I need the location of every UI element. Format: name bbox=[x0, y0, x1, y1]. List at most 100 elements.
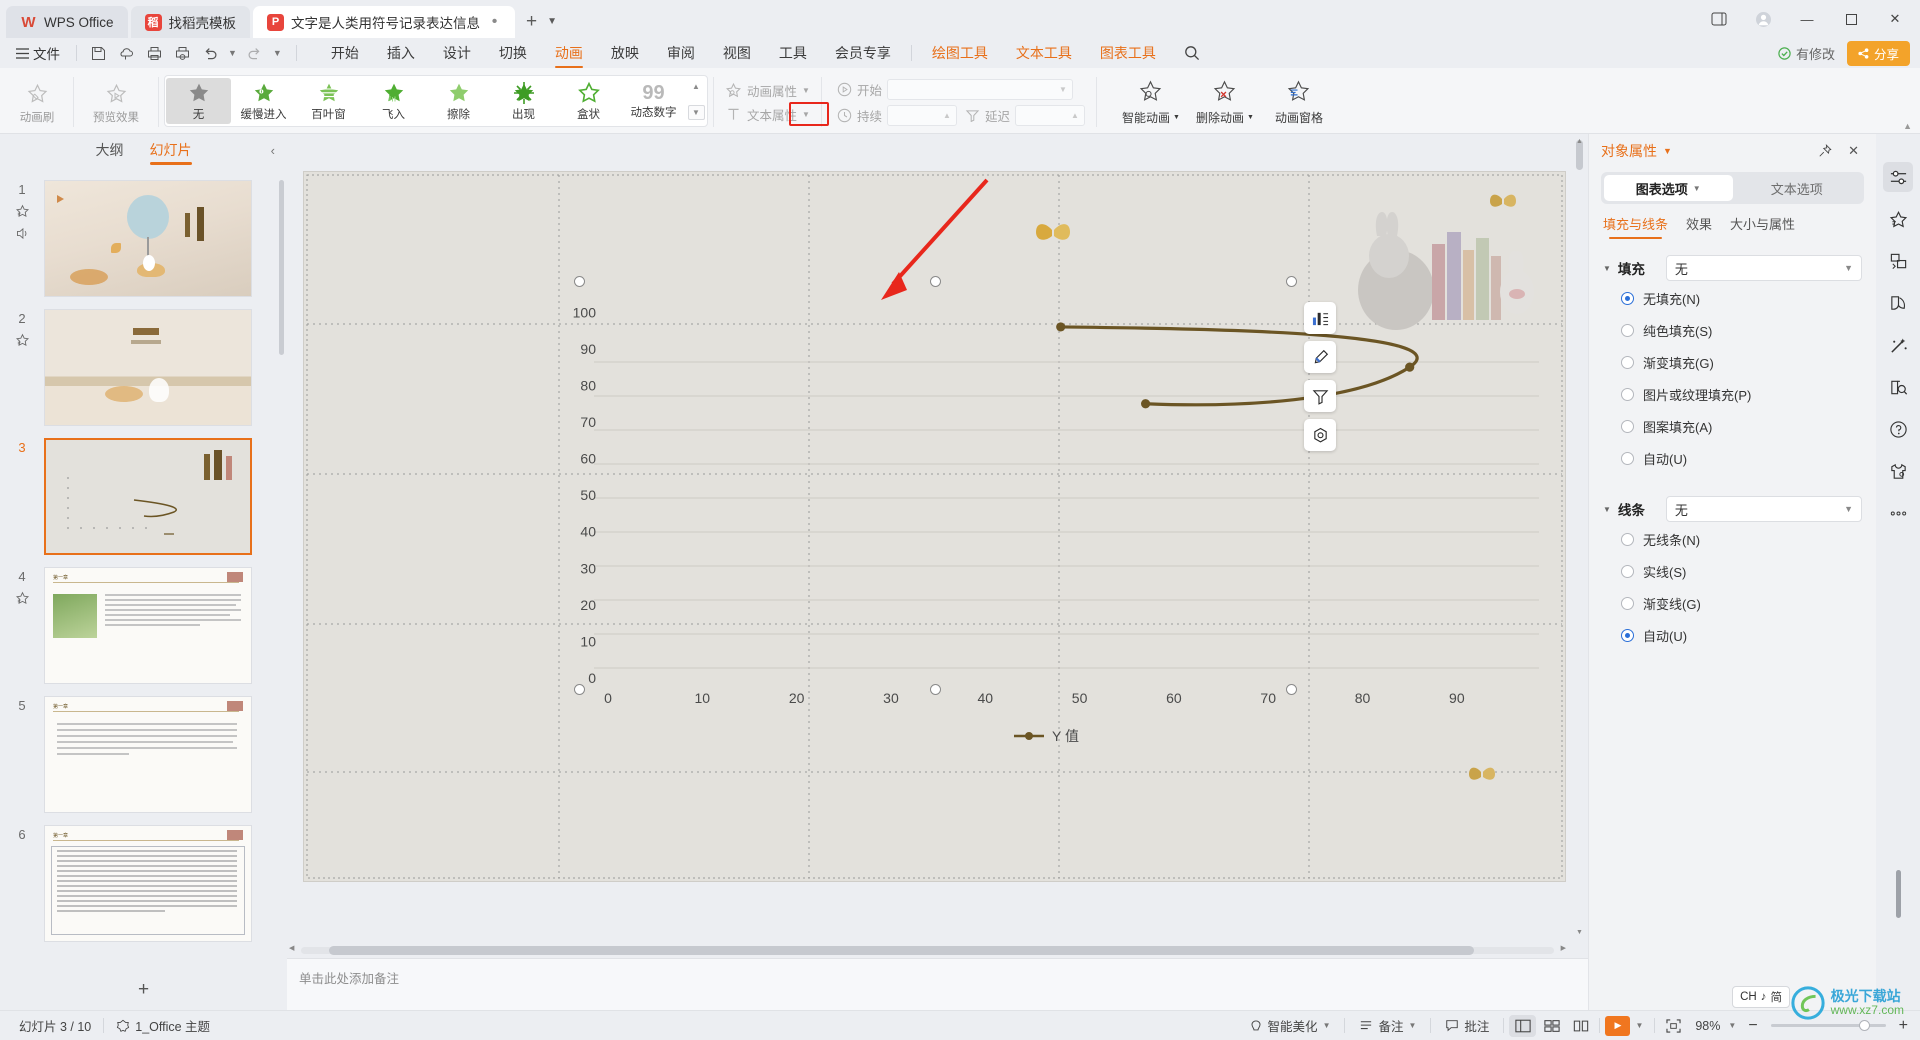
list-item[interactable]: 5 第一章 bbox=[0, 690, 287, 819]
animation-fly-in[interactable]: 飞入 bbox=[361, 78, 426, 124]
fill-option-gradient[interactable]: 渐变填充(G) bbox=[1621, 353, 1862, 372]
chevron-down-icon[interactable]: ▼ bbox=[1173, 114, 1180, 121]
radio-icon[interactable] bbox=[1621, 533, 1634, 546]
reading-view-icon[interactable] bbox=[1567, 1015, 1594, 1037]
print-icon[interactable] bbox=[141, 41, 167, 65]
notes-button[interactable]: 备注 ▼ bbox=[1350, 1016, 1425, 1035]
skin-icon[interactable] bbox=[1883, 456, 1913, 486]
radio-icon[interactable] bbox=[1621, 292, 1634, 305]
beautify-button[interactable]: 智能美化 ▼ bbox=[1240, 1016, 1340, 1035]
segment-chart-options[interactable]: 图表选项 ▼ bbox=[1604, 175, 1733, 201]
tab-slides[interactable]: 幻灯片 bbox=[149, 140, 192, 165]
animation-star-icon[interactable] bbox=[1883, 204, 1913, 234]
radio-icon[interactable] bbox=[1621, 420, 1634, 433]
canvas-horizontal-scrollbar[interactable]: ◀ ▶ bbox=[289, 944, 1566, 955]
new-tab-button[interactable]: + bbox=[526, 12, 537, 31]
handle-top-center[interactable] bbox=[930, 276, 941, 287]
sidebar-toggle-icon[interactable] bbox=[1698, 2, 1740, 36]
slide-thumbnail[interactable]: 第一章 bbox=[44, 696, 252, 813]
zoom-level[interactable]: 98% bbox=[1689, 1019, 1726, 1033]
animation-star-icon[interactable] bbox=[15, 333, 30, 348]
more-icon[interactable]: ▼ bbox=[273, 48, 282, 58]
animation-pane-button[interactable]: 动画窗格 bbox=[1262, 79, 1336, 126]
book-search-icon[interactable] bbox=[1883, 372, 1913, 402]
fill-header[interactable]: ▼ 填充 无 ▼ bbox=[1603, 255, 1862, 281]
menu-tab-slideshow[interactable]: 放映 bbox=[597, 39, 653, 67]
animation-blinds[interactable]: 百叶窗 bbox=[296, 78, 361, 124]
cloud-sync-icon[interactable] bbox=[113, 41, 139, 65]
minimize-button[interactable]: — bbox=[1786, 2, 1828, 36]
more-dots-icon[interactable] bbox=[1883, 498, 1913, 528]
feather-icon[interactable] bbox=[1883, 288, 1913, 318]
chevron-down-icon[interactable]: ▼ bbox=[1323, 1021, 1331, 1030]
file-menu-button[interactable]: 文件 bbox=[8, 40, 68, 66]
chevron-down-icon[interactable]: ▼ bbox=[1663, 146, 1672, 156]
chevron-down-icon[interactable]: ▼ bbox=[1247, 114, 1254, 121]
handle-bottom-center[interactable] bbox=[930, 684, 941, 695]
menu-tab-member[interactable]: 会员专享 bbox=[821, 39, 905, 67]
comments-button[interactable]: 批注 bbox=[1436, 1016, 1498, 1035]
handle-top-right[interactable] bbox=[1286, 276, 1297, 287]
slide-sorter-icon[interactable] bbox=[1538, 1015, 1565, 1037]
handle-bottom-left[interactable] bbox=[574, 684, 585, 695]
slide-thumbnail[interactable]: 第一章 bbox=[44, 825, 252, 942]
tab-outline[interactable]: 大纲 bbox=[96, 140, 124, 165]
thumbnail-list[interactable]: 1 2 3 4 第一章 5 第一章 6 第一章 bbox=[0, 170, 287, 970]
animation-dynamic-number[interactable]: 99 动态数字 bbox=[621, 78, 686, 124]
list-item[interactable]: 3 bbox=[0, 432, 287, 561]
close-button[interactable]: ✕ bbox=[1874, 2, 1916, 36]
menu-tab-text-tools[interactable]: 文本工具 bbox=[1002, 39, 1086, 67]
chevron-down-icon[interactable]: ▼ bbox=[1632, 1021, 1649, 1030]
zoom-slider[interactable] bbox=[1770, 1020, 1886, 1031]
slide-thumbnail[interactable]: 第一章 bbox=[44, 567, 252, 684]
animation-property-button[interactable]: 动画属性 ▼ bbox=[725, 81, 810, 100]
chart-style-icon[interactable] bbox=[1304, 341, 1336, 373]
close-icon[interactable]: ✕ bbox=[1843, 143, 1864, 159]
menu-tab-drawing-tools[interactable]: 绘图工具 bbox=[918, 39, 1002, 67]
search-icon[interactable] bbox=[1170, 39, 1214, 67]
shape-layers-icon[interactable] bbox=[1883, 246, 1913, 276]
slide-thumbnail[interactable] bbox=[44, 180, 252, 297]
segment-text-options[interactable]: 文本选项 bbox=[1733, 175, 1862, 201]
close-icon[interactable]: • bbox=[488, 14, 501, 30]
animation-none[interactable]: 无 bbox=[166, 78, 231, 124]
radio-icon[interactable] bbox=[1621, 324, 1634, 337]
delay-input[interactable]: ▲ bbox=[1014, 104, 1085, 126]
embedded-chart[interactable]: 0 10 20 30 40 50 60 70 80 90 100 0 10 20 30 40 50 60 70 80… bbox=[522, 282, 1522, 762]
animation-box[interactable]: 盒状 bbox=[556, 78, 621, 124]
slide-canvas[interactable]: 0 10 20 30 40 50 60 70 80 90 100 0 10 20 30 40 50 60 70 80… bbox=[303, 171, 1566, 882]
line-option-gradient[interactable]: 渐变线(G) bbox=[1621, 594, 1862, 613]
animation-star-icon[interactable] bbox=[15, 204, 30, 219]
line-option-automatic[interactable]: 自动(U) bbox=[1621, 626, 1862, 645]
ime-indicator[interactable]: CH ♪ 简 bbox=[1732, 986, 1790, 1008]
caret-down-icon[interactable]: ▼ bbox=[1603, 505, 1611, 514]
fill-option-automatic[interactable]: 自动(U) bbox=[1621, 449, 1862, 468]
menu-tab-transition[interactable]: 切换 bbox=[485, 39, 541, 67]
help-circle-icon[interactable] bbox=[1883, 414, 1913, 444]
play-icon[interactable]: ▶ bbox=[1605, 1015, 1631, 1036]
fill-type-select[interactable]: 无 ▼ bbox=[1665, 255, 1862, 281]
print-preview-icon[interactable] bbox=[169, 41, 195, 65]
radio-icon[interactable] bbox=[1621, 629, 1634, 642]
animation-appear[interactable]: 出现 bbox=[491, 78, 556, 124]
add-slide-button[interactable]: + bbox=[0, 970, 287, 1010]
handle-top-left[interactable] bbox=[574, 276, 585, 287]
preview-effect-button[interactable]: 预览效果 bbox=[79, 71, 153, 133]
radio-icon[interactable] bbox=[1621, 388, 1634, 401]
start-select[interactable]: ▼ bbox=[886, 78, 1073, 100]
fill-option-solid[interactable]: 纯色填充(S) bbox=[1621, 321, 1862, 340]
theme-item[interactable]: 1_Office 主题 bbox=[107, 1016, 219, 1035]
menu-tab-start[interactable]: 开始 bbox=[317, 39, 373, 67]
chevron-down-icon[interactable]: ▼ bbox=[547, 16, 557, 27]
menu-tab-review[interactable]: 审阅 bbox=[653, 39, 709, 67]
duration-input[interactable]: ▲ bbox=[886, 104, 957, 126]
ribbon-collapse-icon[interactable]: ▲ bbox=[1903, 121, 1912, 131]
handle-bottom-right[interactable] bbox=[1286, 684, 1297, 695]
line-option-solid[interactable]: 实线(S) bbox=[1621, 562, 1862, 581]
zoom-slider-knob[interactable] bbox=[1858, 1020, 1870, 1031]
menu-tab-insert[interactable]: 插入 bbox=[373, 39, 429, 67]
rail-scroll-indicator[interactable] bbox=[1896, 870, 1901, 918]
chevron-down-icon[interactable]: ▼ bbox=[228, 48, 237, 58]
menu-tab-view[interactable]: 视图 bbox=[709, 39, 765, 67]
thumbnail-scrollbar[interactable] bbox=[279, 180, 284, 355]
